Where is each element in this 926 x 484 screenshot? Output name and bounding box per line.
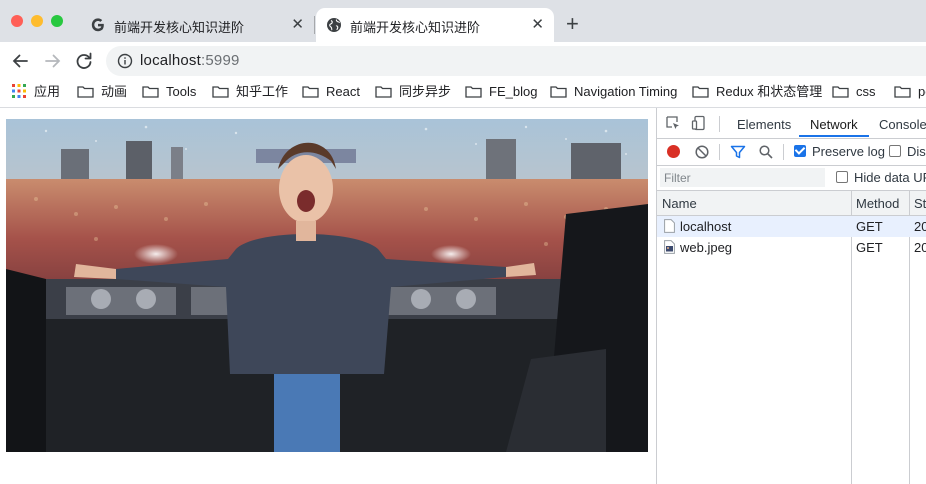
- bookmark-folder[interactable]: Tools: [142, 84, 196, 102]
- folder-icon: [212, 86, 229, 98]
- image-file-icon: [664, 240, 675, 254]
- tab-elements[interactable]: Elements: [737, 117, 791, 132]
- record-button[interactable]: [667, 145, 680, 158]
- address-bar[interactable]: localhost:5999: [106, 46, 926, 76]
- bookmark-label: 同步异步: [399, 84, 452, 99]
- bookmark-folder[interactable]: React: [302, 84, 360, 102]
- hide-data-urls-label: Hide data UR: [854, 170, 926, 185]
- clear-icon[interactable]: [694, 144, 710, 160]
- column-header-name[interactable]: Name: [662, 196, 697, 211]
- tab-title: 前端开发核心知识进阶: [350, 20, 481, 35]
- window-minimize-button[interactable]: [31, 15, 43, 27]
- request-status: 20: [914, 219, 926, 234]
- browser-tab-2-active[interactable]: 前端开发核心知识进阶 ✕: [316, 8, 554, 42]
- bookmark-apps[interactable]: 应用: [12, 84, 60, 102]
- tab-divider: [314, 16, 315, 34]
- column-header-method[interactable]: Method: [856, 196, 899, 211]
- bookmark-folder[interactable]: Redux 和状态管理: [692, 84, 822, 102]
- preserve-log-label: Preserve log: [812, 144, 885, 159]
- tab-network[interactable]: Network: [810, 117, 858, 132]
- active-tab-indicator: [799, 135, 869, 137]
- bookmark-folder[interactable]: css: [832, 84, 876, 102]
- bookmark-label: Redux 和状态管理: [716, 84, 823, 99]
- window-close-button[interactable]: [11, 15, 23, 27]
- device-toolbar-icon[interactable]: [691, 115, 707, 131]
- network-toolbar: Preserve log Disa: [657, 139, 926, 166]
- request-name: localhost: [680, 219, 732, 234]
- table-row[interactable]: localhost GET 20: [657, 216, 926, 237]
- bookmark-label: Navigation Timing: [574, 84, 678, 99]
- tab-close-icon[interactable]: ✕: [291, 15, 304, 33]
- table-row[interactable]: web.jpeg GET 20: [657, 237, 926, 258]
- toolbar-divider: [719, 144, 720, 160]
- reload-icon[interactable]: [73, 50, 95, 72]
- requests-table-header: Name Method St: [657, 191, 926, 216]
- globe-icon: [327, 18, 341, 32]
- filter-input[interactable]: [660, 168, 825, 187]
- bookmark-label: React: [326, 84, 360, 99]
- folder-icon: [302, 86, 319, 98]
- bookmark-label: Tools: [166, 84, 197, 99]
- folder-icon: [832, 86, 849, 98]
- page-viewport: [0, 108, 656, 484]
- folder-icon: [142, 86, 159, 98]
- toolbar-divider: [719, 116, 720, 132]
- bookmarks-bar: 应用 动画 Tools 知乎工作 React 同步异步 FE_blog Navi…: [0, 79, 926, 108]
- column-header-status[interactable]: St: [914, 196, 926, 211]
- devtools-panel: Elements Network Console Preserve log Di…: [656, 108, 926, 484]
- request-method: GET: [856, 219, 883, 234]
- inspect-element-icon[interactable]: [665, 115, 681, 131]
- forward-arrow-icon[interactable]: [42, 50, 64, 72]
- folder-icon: [77, 86, 94, 98]
- request-method: GET: [856, 240, 883, 255]
- url-port: :5999: [201, 52, 240, 69]
- tab-strip: 前端开发核心知识进阶 ✕ 前端开发核心知识进阶 ✕ +: [0, 0, 926, 42]
- url-text[interactable]: localhost:5999: [140, 52, 240, 69]
- browser-toolbar: localhost:5999: [0, 42, 926, 79]
- disable-cache-checkbox[interactable]: [889, 145, 901, 157]
- new-tab-button[interactable]: +: [566, 10, 579, 38]
- devtools-tabbar: Elements Network Console: [657, 108, 926, 139]
- filter-row: Hide data UR: [657, 166, 926, 191]
- filter-funnel-icon[interactable]: [730, 144, 746, 160]
- apps-grid-icon: [12, 84, 26, 98]
- url-host: localhost: [140, 52, 202, 69]
- tab-close-icon[interactable]: ✕: [531, 15, 544, 33]
- bookmark-label: 动画: [101, 84, 128, 99]
- folder-icon: [692, 86, 709, 98]
- bookmark-folder[interactable]: Navigation Timing: [550, 84, 677, 102]
- google-g-icon: [91, 18, 104, 32]
- bookmark-label: FE_blog: [489, 84, 538, 99]
- search-icon[interactable]: [758, 144, 774, 160]
- request-status: 20: [914, 240, 926, 255]
- bookmark-folder[interactable]: pe: [894, 84, 926, 102]
- toolbar-divider: [783, 144, 784, 160]
- back-arrow-icon[interactable]: [9, 50, 31, 72]
- document-icon: [664, 219, 675, 233]
- request-name: web.jpeg: [680, 240, 733, 255]
- site-info-icon[interactable]: [117, 53, 133, 69]
- folder-icon: [894, 86, 911, 98]
- tab-console[interactable]: Console: [879, 117, 926, 132]
- bookmark-folder[interactable]: 动画: [77, 84, 127, 102]
- bookmark-folder[interactable]: FE_blog: [465, 84, 537, 102]
- preserve-log-checkbox[interactable]: [794, 145, 806, 157]
- disable-cache-label: Disa: [907, 144, 926, 159]
- browser-tab-1[interactable]: 前端开发核心知识进阶 ✕: [80, 8, 314, 42]
- folder-icon: [465, 86, 482, 98]
- bookmark-label: 知乎工作: [236, 84, 289, 99]
- bookmark-folder[interactable]: 知乎工作: [212, 84, 288, 102]
- bookmark-label: 应用: [34, 84, 61, 99]
- bookmark-label: pe: [918, 84, 926, 99]
- tab-title: 前端开发核心知识进阶: [114, 20, 245, 35]
- hide-data-urls-checkbox[interactable]: [836, 171, 848, 183]
- concert-photo: [6, 119, 648, 452]
- window-maximize-button[interactable]: [51, 15, 63, 27]
- bookmark-folder[interactable]: 同步异步: [375, 84, 451, 102]
- bookmark-label: css: [856, 84, 876, 99]
- folder-icon: [375, 86, 392, 98]
- folder-icon: [550, 86, 567, 98]
